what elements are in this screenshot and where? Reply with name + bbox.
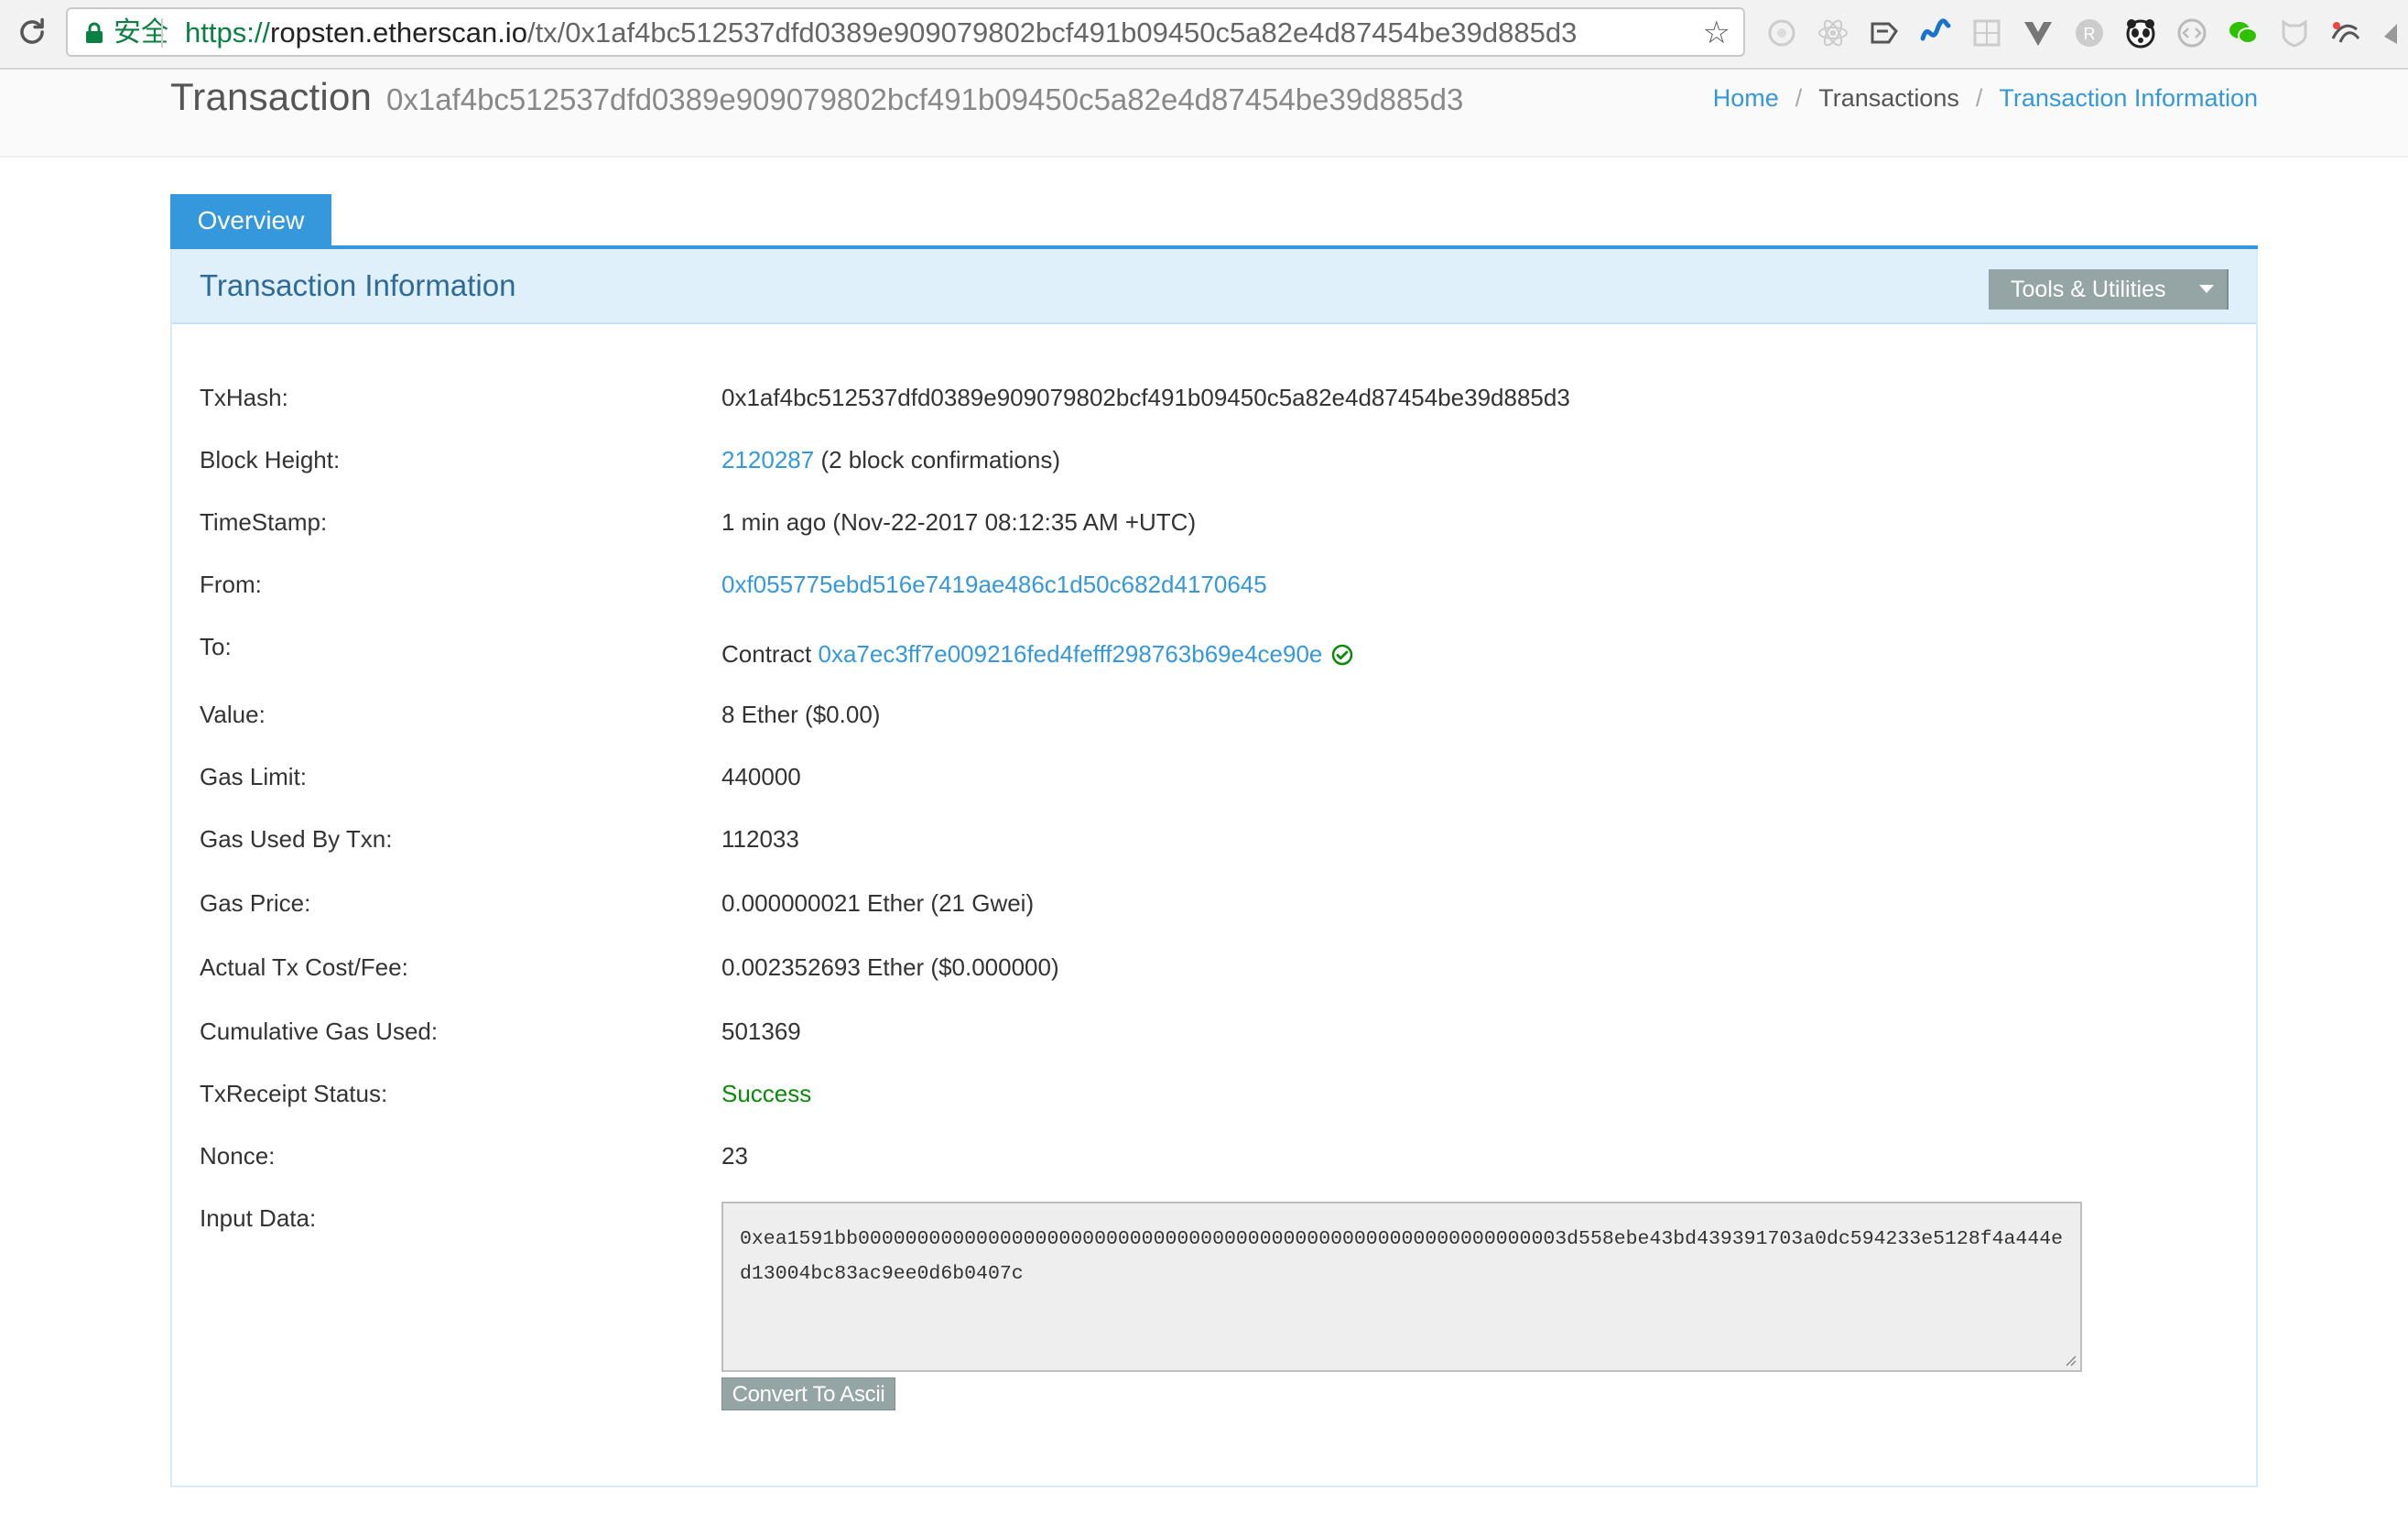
url-path: /tx/0x1af4bc512537dfd0389e909079802bcf49… [526, 16, 1578, 49]
address-divider [161, 18, 163, 48]
to-value: Contract 0xa7ec3ff7e009216fed4fefff29876… [721, 637, 1353, 670]
contract-prefix: Contract [721, 640, 819, 668]
page-header: Transaction 0x1af4bc512537dfd0389e909079… [0, 70, 2408, 158]
verified-check-icon [1332, 644, 1353, 666]
input-data-text[interactable]: 0xea1591bb000000000000000000000000000000… [740, 1222, 2067, 1291]
code-extension-icon[interactable] [2175, 16, 2208, 49]
row-txhash: TxHash: 0x1af4bc512537dfd0389e909079802b… [172, 381, 2256, 418]
panel-header: Transaction Information Tools & Utilitie… [172, 249, 2256, 324]
url-host: ropsten.etherscan.io [270, 16, 527, 49]
row-to: To: Contract 0xa7ec3ff7e009216fed4fefff2… [172, 630, 2256, 670]
wechat-extension-icon[interactable] [2227, 16, 2260, 49]
caret-down-icon [2199, 285, 2214, 293]
gas-price-value: 0.000000021 Ether (21 Gwei) [721, 889, 1035, 917]
row-nonce: Nonce: 23 [172, 1139, 2256, 1176]
shield-extension-icon[interactable] [2278, 16, 2311, 49]
r-extension-icon[interactable]: R [2073, 16, 2106, 49]
row-gas-limit: Gas Limit: 440000 [172, 760, 2256, 797]
url-scheme: https:// [185, 16, 271, 49]
tx-fee-label: Actual Tx Cost/Fee: [200, 953, 408, 981]
tools-utilities-button[interactable]: Tools & Utilities [1989, 269, 2229, 310]
nonce-value: 23 [721, 1142, 748, 1170]
wave-extension-icon[interactable] [1919, 16, 1952, 49]
value-value: 8 Ether ($0.00) [721, 701, 881, 728]
reload-icon[interactable] [15, 15, 49, 49]
bookmark-star-icon[interactable]: ☆ [1703, 16, 1730, 49]
from-label: From: [200, 571, 262, 598]
grid-extension-icon[interactable] [1970, 16, 2003, 49]
row-timestamp: TimeStamp: 1 min ago (Nov-22-2017 08:12:… [172, 506, 2256, 542]
scissors-extension-icon[interactable] [2329, 16, 2362, 49]
gas-used-value: 112033 [721, 825, 799, 853]
gas-limit-label: Gas Limit: [200, 763, 308, 790]
breadcrumb-home[interactable]: Home [1713, 84, 1779, 112]
receipt-status-label: TxReceipt Status: [200, 1080, 388, 1107]
txhash-value: 0x1af4bc512537dfd0389e909079802bcf491b09… [721, 384, 1570, 411]
transaction-panel: Transaction Information Tools & Utilitie… [170, 249, 2258, 1487]
breadcrumb-transactions[interactable]: Transactions [1818, 84, 1959, 112]
gas-limit-value: 440000 [721, 763, 801, 790]
page-title: Transaction [170, 75, 373, 118]
panel-title: Transaction Information [200, 268, 516, 302]
breadcrumb-current: Transaction Information [1999, 84, 2258, 112]
cumulative-gas-label: Cumulative Gas Used: [200, 1018, 439, 1045]
cumulative-gas-value: 501369 [721, 1018, 801, 1045]
lock-icon [86, 22, 103, 43]
row-value: Value: 8 Ether ($0.00) [172, 698, 2256, 735]
breadcrumb: Home / Transactions / Transaction Informatio… [1713, 82, 2258, 114]
address-bar[interactable]: 安全 https://ropsten.etherscan.io/tx/0x1af… [66, 7, 1745, 57]
block-link[interactable]: 2120287 [721, 446, 814, 473]
browser-toolbar: 安全 https://ropsten.etherscan.io/tx/0x1af… [0, 0, 2408, 70]
menu-extension-icon[interactable] [2381, 16, 2408, 49]
to-label: To: [200, 633, 232, 660]
block-confirmations: (2 block confirmations) [814, 446, 1060, 473]
react-devtools-icon[interactable] [1817, 16, 1849, 49]
tab-overview[interactable]: Overview [170, 194, 331, 247]
txhash-label: TxHash: [200, 384, 288, 411]
breadcrumb-divider: / [1975, 84, 1983, 112]
row-from: From: 0xf055775ebd516e7419ae486c1d50c682… [172, 568, 2256, 604]
nonce-label: Nonce: [200, 1142, 276, 1170]
breadcrumb-divider: / [1795, 84, 1803, 112]
panda-extension-icon[interactable] [2124, 16, 2157, 49]
input-data-label: Input Data: [200, 1204, 317, 1232]
secure-label: 安全 [114, 17, 168, 48]
row-block-height: Block Height: 2120287 (2 block confirmat… [172, 443, 2256, 480]
row-gas-price: Gas Price: 0.000000021 Ether (21 Gwei) [172, 887, 2256, 923]
extension-circle-icon[interactable] [1765, 16, 1798, 49]
gas-price-label: Gas Price: [200, 889, 311, 917]
input-data-textarea[interactable]: 0xea1591bb000000000000000000000000000000… [721, 1202, 2082, 1372]
vue-devtools-icon[interactable] [2022, 16, 2055, 49]
to-contract-link[interactable]: 0xa7ec3ff7e009216fed4fefff298763b69e4ce9… [819, 640, 1323, 668]
row-receipt-status: TxReceipt Status: Success [172, 1077, 2256, 1114]
row-cumulative-gas: Cumulative Gas Used: 501369 [172, 1015, 2256, 1051]
timestamp-label: TimeStamp: [200, 508, 328, 536]
gas-used-label: Gas Used By Txn: [200, 825, 393, 853]
row-gas-used: Gas Used By Txn: 112033 [172, 822, 2256, 859]
convert-to-ascii-button[interactable]: Convert To Ascii [721, 1377, 895, 1410]
reader-extension-icon[interactable] [1868, 16, 1901, 49]
from-address-link[interactable]: 0xf055775ebd516e7419ae486c1d50c682d41706… [721, 571, 1267, 598]
timestamp-value: 1 min ago (Nov-22-2017 08:12:35 AM +UTC) [721, 508, 1197, 536]
page-title-hash: 0x1af4bc512537dfd0389e909079802bcf491b09… [386, 82, 1464, 116]
value-label: Value: [200, 701, 266, 728]
from-value: 0xf055775ebd516e7419ae486c1d50c682d41706… [721, 568, 1267, 601]
block-height-value: 2120287 (2 block confirmations) [721, 443, 1060, 476]
tx-fee-value: 0.002352693 Ether ($0.000000) [721, 953, 1059, 981]
svg-text:R: R [2084, 25, 2096, 43]
url-text[interactable]: https://ropsten.etherscan.io/tx/0x1af4bc… [185, 17, 1577, 49]
status-badge: Success [721, 1080, 812, 1107]
row-tx-fee: Actual Tx Cost/Fee: 0.002352693 Ether ($… [172, 951, 2256, 987]
resize-grip-icon[interactable] [2062, 1352, 2077, 1366]
tools-utilities-label: Tools & Utilities [2011, 277, 2166, 302]
block-height-label: Block Height: [200, 446, 341, 473]
